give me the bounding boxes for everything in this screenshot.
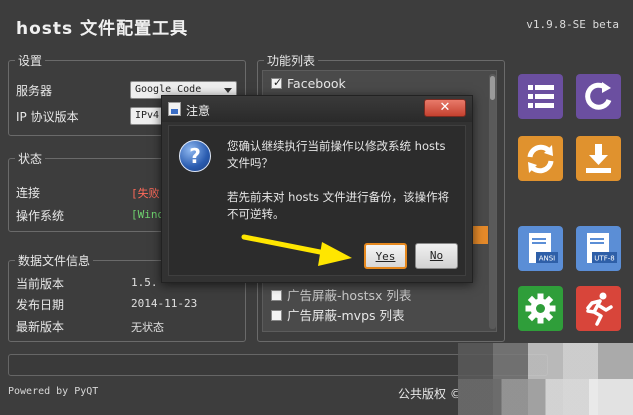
function-list-legend: 功能列表 <box>267 54 316 68</box>
list-tile-button[interactable] <box>518 74 563 119</box>
download-tile-button[interactable] <box>576 136 621 181</box>
server-select-value: Google Code <box>135 84 202 95</box>
dialog-message-line: 您确认继续执行当前操作以修改系统 hosts <box>227 139 446 153</box>
svg-text:ANSI: ANSI <box>539 255 556 263</box>
os-label: 操作系统 <box>16 209 65 223</box>
selected-item-highlight <box>472 226 488 244</box>
checkbox-checked[interactable] <box>271 76 282 89</box>
blurred-region <box>458 379 633 415</box>
function-item-label: 广告屏蔽-hostsx 列表 <box>287 288 412 303</box>
dialog-body: ? 您确认继续执行当前操作以修改系统 hosts 文件吗？ 若先前未对 host… <box>168 125 466 276</box>
powered-by-label: Powered by PyQT <box>8 386 99 397</box>
dialog-title: 注意 <box>186 104 211 118</box>
function-item-label: Facebook <box>287 76 346 91</box>
gear-icon <box>525 293 556 324</box>
ansi-tile-button[interactable]: ANSI <box>518 226 563 271</box>
function-list-scrollbar[interactable] <box>489 74 496 329</box>
dialog-message-line: 若先前未对 hosts 文件进行备份，该操作将 <box>227 190 450 204</box>
copyright-label: 公共版权 © <box>398 387 462 401</box>
list-icon <box>528 85 554 108</box>
dialog-message-line: 文件吗？ <box>227 156 273 170</box>
close-icon: ✕ <box>439 100 451 115</box>
ip-version-select-value: IPv4 <box>135 110 160 121</box>
exit-tile-button[interactable] <box>576 286 621 331</box>
app-icon <box>168 102 181 116</box>
download-icon <box>586 144 611 173</box>
function-item-label: 广告屏蔽-mvps 列表 <box>287 308 405 323</box>
utf8-tile-button[interactable]: UTF-8 <box>576 226 621 271</box>
settings-legend: 设置 <box>18 54 43 68</box>
status-legend: 状态 <box>18 152 43 166</box>
checkbox[interactable] <box>271 290 282 301</box>
function-item-ad-mvps[interactable]: 广告屏蔽-mvps 列表 <box>271 305 405 324</box>
dialog-titlebar[interactable]: 注意 ✕ <box>162 96 472 122</box>
latest-version-label: 最新版本 <box>16 320 65 334</box>
release-date-label: 发布日期 <box>16 298 65 312</box>
main-window: hosts 文件配置工具 v1.9.8-SE beta 设置 服务器 Googl… <box>0 0 633 415</box>
utf8-file-icon: UTF-8 <box>587 233 617 263</box>
server-label: 服务器 <box>16 84 53 98</box>
settings-tile-button[interactable] <box>518 286 563 331</box>
no-button[interactable]: No <box>415 243 458 269</box>
ansi-file-icon: ANSI <box>529 233 558 263</box>
svg-text:UTF-8: UTF-8 <box>594 255 614 263</box>
current-version-value: 1.5. <box>131 276 158 289</box>
refresh-icon <box>585 82 612 110</box>
latest-version-value: 无状态 <box>131 321 164 334</box>
question-icon: ? <box>179 140 211 172</box>
current-version-label: 当前版本 <box>16 277 65 291</box>
confirm-dialog: 注意 ✕ ? 您确认继续执行当前操作以修改系统 hosts 文件吗？ 若先前未对… <box>161 95 473 283</box>
chevron-down-icon <box>224 88 232 93</box>
data-info-legend: 数据文件信息 <box>18 254 91 268</box>
sync-tile-button[interactable] <box>518 136 563 181</box>
refresh-tile-button[interactable] <box>576 74 621 119</box>
sync-icon <box>527 144 554 174</box>
function-item-facebook[interactable]: Facebook <box>271 76 346 91</box>
dialog-message-line: 不可逆转。 <box>227 207 285 221</box>
release-date-value: 2014-11-23 <box>131 297 198 310</box>
close-button[interactable]: ✕ <box>424 99 466 117</box>
exit-runner-icon <box>586 292 613 326</box>
scrollbar-thumb[interactable] <box>490 76 495 100</box>
ip-version-label: IP 协议版本 <box>16 110 79 124</box>
app-title: hosts 文件配置工具 <box>16 19 189 39</box>
checkbox[interactable] <box>271 310 282 321</box>
yes-button[interactable]: Yes <box>364 243 407 269</box>
function-item-ad-hostsx[interactable]: 广告屏蔽-hostsx 列表 <box>271 285 411 304</box>
version-label: v1.9.8-SE beta <box>526 18 619 31</box>
connection-label: 连接 <box>16 186 41 200</box>
